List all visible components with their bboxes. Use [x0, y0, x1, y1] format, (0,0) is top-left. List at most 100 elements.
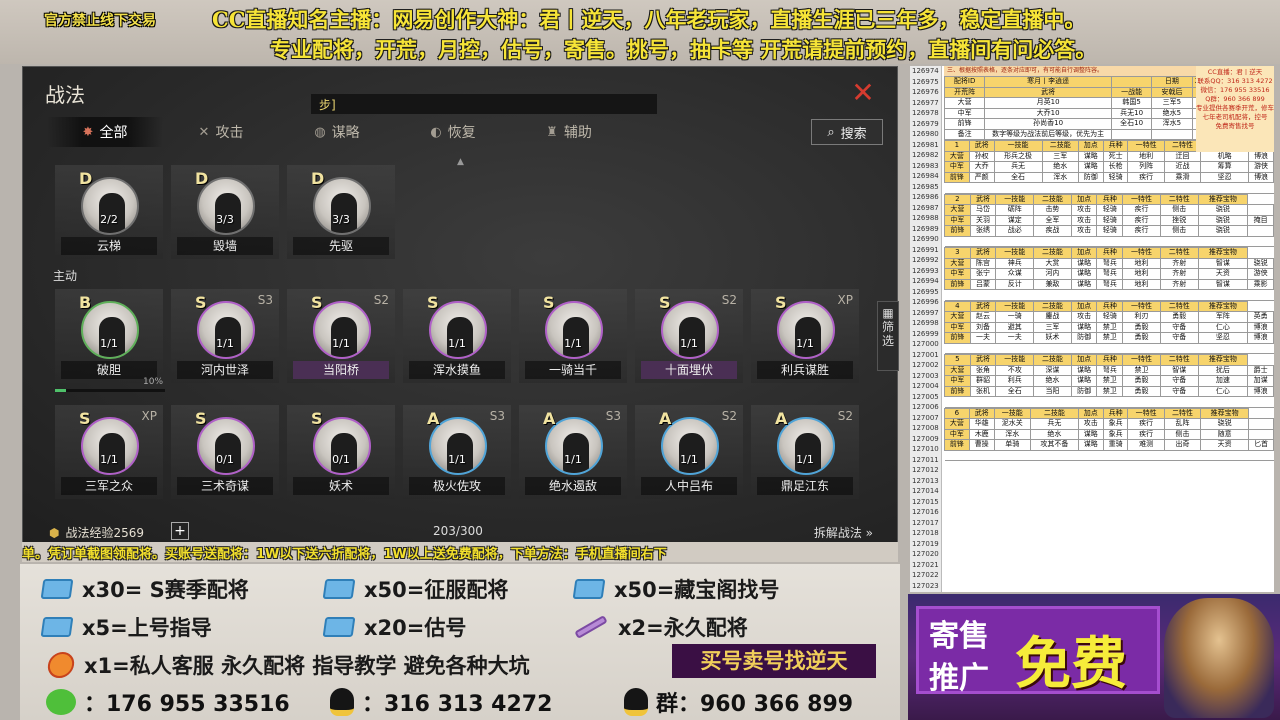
sheet-cell[interactable]: 博浪: [1247, 385, 1274, 397]
sheet-cell[interactable]: 日期: [1151, 76, 1193, 88]
tab-attack[interactable]: ✕ 攻击: [163, 117, 279, 147]
sheet-cell[interactable]: 前锋: [944, 439, 970, 451]
tactic-card[interactable]: S XP 1/1 利兵谋胜: [751, 289, 859, 383]
sheet-cell[interactable]: 象兵: [1102, 428, 1129, 440]
sheet-cell[interactable]: 勇毅: [1122, 375, 1161, 387]
sheet-cell[interactable]: 乘影: [1247, 278, 1274, 290]
sheet-cell[interactable]: 深谋: [1033, 364, 1072, 376]
sheet-cell[interactable]: 攻其不备: [1029, 439, 1079, 451]
sheet-cell[interactable]: 骁锐: [1197, 225, 1249, 237]
sheet-cell[interactable]: 曹操: [968, 439, 995, 451]
sheet-cell[interactable]: 侧击: [1159, 204, 1199, 216]
sheet-cell[interactable]: 智谋: [1197, 257, 1249, 269]
sheet-cell[interactable]: 陈宫: [969, 257, 997, 269]
sheet-cell[interactable]: 备注: [943, 128, 986, 140]
sheet-cell[interactable]: 大营: [944, 257, 971, 269]
filter-button[interactable]: ▦ 筛选: [877, 301, 899, 371]
sheet-cell[interactable]: 骁锐: [1200, 418, 1250, 430]
sheet-cell[interactable]: 轻骑: [1096, 225, 1124, 237]
sheet-cell[interactable]: 张角: [969, 364, 997, 376]
sheet-cell[interactable]: 中军: [944, 428, 970, 440]
sheet-cell[interactable]: 守备: [1159, 321, 1199, 333]
sheet-cell[interactable]: 大乔: [968, 161, 995, 173]
sheet-cell[interactable]: 浑水5: [1151, 118, 1193, 130]
sheet-cell[interactable]: 近战: [1163, 161, 1202, 173]
sheet-cell[interactable]: 一骑: [995, 311, 1035, 323]
tab-support[interactable]: ♜ 辅助: [511, 117, 627, 147]
sheet-cell[interactable]: 挫锐: [1159, 214, 1199, 226]
sheet-cell[interactable]: 疾行: [1122, 204, 1161, 216]
sheet-cell[interactable]: 中军: [944, 375, 971, 387]
sheet-cell[interactable]: 赵云: [969, 311, 997, 323]
sheet-cell[interactable]: 勇毅: [1159, 311, 1199, 323]
sheet-cell[interactable]: 数字等级为战法前后等级，优先为主: [984, 128, 1112, 140]
sheet-cell[interactable]: 骁锐: [1247, 257, 1274, 269]
scroll-up-icon[interactable]: ▲: [457, 157, 464, 167]
sheet-cell[interactable]: 反计: [995, 278, 1035, 290]
sheet-cell[interactable]: 前锋: [944, 225, 971, 237]
sheet-cell[interactable]: 博浪: [1247, 332, 1274, 344]
sheet-cell[interactable]: 谋略: [1077, 428, 1104, 440]
sheet-cell[interactable]: 筹算: [1200, 161, 1250, 173]
sheet-cell[interactable]: 开荒阵: [943, 86, 986, 98]
sheet-cell[interactable]: 加速: [1197, 375, 1249, 387]
tactic-card[interactable]: A S2 1/1 鼎足江东: [751, 405, 859, 499]
sheet-cell[interactable]: 前锋: [944, 171, 970, 183]
sheet-cell[interactable]: 大营: [944, 204, 971, 216]
sheet-cell[interactable]: 弩兵: [1096, 278, 1124, 290]
sheet-cell[interactable]: 禁卫: [1122, 364, 1161, 376]
sheet-cell[interactable]: 弩兵: [1096, 268, 1124, 280]
sheet-cell[interactable]: 攻击: [1070, 311, 1098, 323]
dismantle-button[interactable]: 拆解战法 »: [814, 524, 873, 541]
sheet-cell[interactable]: 谋略: [1070, 321, 1098, 333]
sheet-cell[interactable]: 勇毅: [1122, 385, 1161, 397]
sheet-cell[interactable]: 马岱: [969, 204, 997, 216]
sheet-cell[interactable]: 关羽: [969, 214, 997, 226]
sheet-cell[interactable]: 兼敌: [1033, 278, 1072, 290]
sheet-cell[interactable]: 博浪: [1248, 150, 1274, 162]
sheet-cell[interactable]: 三军5: [1151, 97, 1193, 109]
sheet-cell[interactable]: 军阵: [1197, 311, 1249, 323]
sheet-cell[interactable]: 当阳: [1033, 385, 1072, 397]
sheet-cell[interactable]: 浑水: [1041, 171, 1079, 183]
sheet-cell[interactable]: 安戟后: [1151, 86, 1193, 98]
sheet-cell[interactable]: 严颜: [968, 171, 995, 183]
tactic-card[interactable]: A S3 1/1 极火佐攻: [403, 405, 511, 499]
tab-all[interactable]: ✸ 全部: [47, 117, 163, 147]
sheet-cell[interactable]: 大营: [943, 97, 986, 109]
sheet-cell[interactable]: 孙尚香10: [984, 118, 1112, 130]
sheet-cell[interactable]: 形兵之极: [993, 150, 1043, 162]
sheet-cell[interactable]: 禁卫: [1096, 385, 1124, 397]
sheet-cell[interactable]: 谋略: [1070, 364, 1098, 376]
sheet-cell[interactable]: 疾行: [1127, 418, 1165, 430]
sheet-cell[interactable]: 加谋: [1247, 375, 1274, 387]
sheet-cell[interactable]: 一夫: [969, 332, 997, 344]
sheet-cell[interactable]: 全石: [995, 385, 1035, 397]
sheet-cell[interactable]: [1110, 76, 1153, 88]
tab-heal[interactable]: ◐ 恢复: [395, 117, 511, 147]
sheet-cell[interactable]: 攻击: [1070, 225, 1098, 237]
sheet-cell[interactable]: 博浪: [1248, 171, 1274, 183]
sheet-cell[interactable]: 谋略: [1077, 150, 1104, 162]
sheet-cell[interactable]: 疾行: [1127, 171, 1165, 183]
sheet-cell[interactable]: 智谋: [1197, 278, 1249, 290]
sheet-cell[interactable]: 禁卫: [1096, 375, 1124, 387]
sheet-cell[interactable]: 前锋: [944, 278, 971, 290]
sheet-cell[interactable]: 华雄: [968, 418, 995, 430]
sheet-cell[interactable]: 全石: [993, 171, 1043, 183]
tactic-card[interactable]: A S3 1/1 绝水遏敌: [519, 405, 627, 499]
tactic-card[interactable]: S 0/1 三术奇谋: [171, 405, 279, 499]
sheet-cell[interactable]: 张宁: [969, 268, 997, 280]
sheet-cell[interactable]: 谋略: [1077, 439, 1104, 451]
sheet-cell[interactable]: 英勇: [1247, 311, 1274, 323]
sheet-cell[interactable]: 兵无: [993, 161, 1043, 173]
sheet-cell[interactable]: 一战能: [1110, 86, 1153, 98]
tactic-card[interactable]: S 0/1 妖术: [287, 405, 395, 499]
sheet-cell[interactable]: 守备: [1159, 332, 1199, 344]
sheet-cell[interactable]: 配将ID: [943, 76, 986, 88]
sheet-cell[interactable]: 疾行: [1122, 225, 1161, 237]
sheet-cell[interactable]: [1247, 225, 1274, 237]
sheet-cell[interactable]: 神兵: [995, 257, 1035, 269]
tactic-card[interactable]: D 2/2 云梯: [55, 165, 163, 259]
sheet-cell[interactable]: 骁锐: [1197, 204, 1249, 216]
